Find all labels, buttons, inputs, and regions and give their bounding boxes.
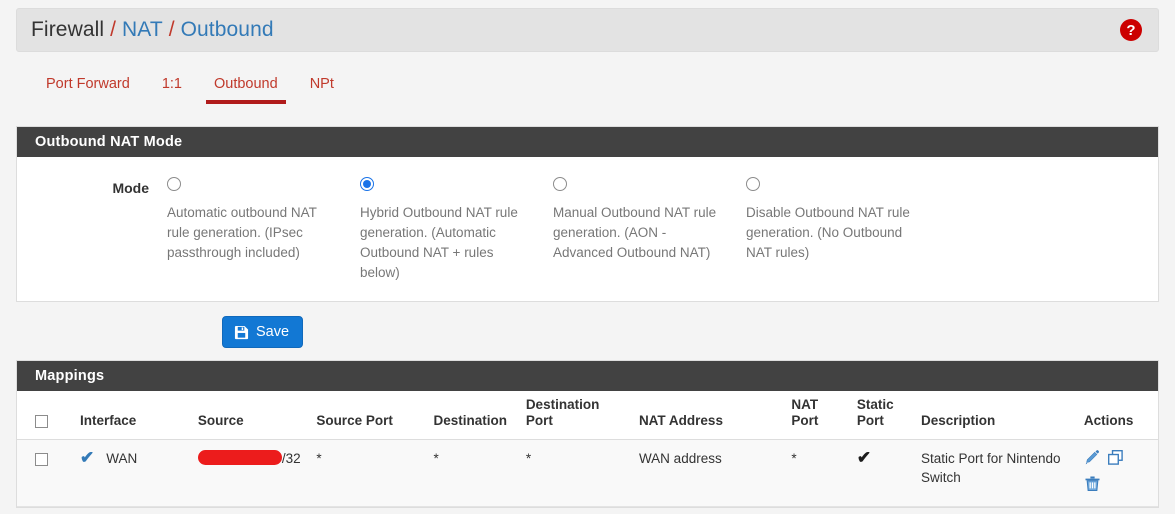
radio-manual[interactable] — [553, 177, 567, 191]
row-actions-cell — [1077, 439, 1158, 507]
select-all-checkbox[interactable] — [35, 414, 48, 428]
table-header-row: Interface Source Source Port Destination… — [17, 391, 1158, 440]
mode-description-manual: Manual Outbound NAT rule generation. (AO… — [553, 205, 717, 260]
mappings-table: Interface Source Source Port Destination… — [17, 391, 1158, 507]
save-button[interactable]: Save — [222, 316, 304, 348]
save-button-row: Save — [16, 316, 1159, 348]
outbound-nat-mode-body: Mode Automatic outbound NAT rule generat… — [17, 157, 1158, 301]
redacted-source-address — [197, 450, 282, 465]
row-source-port: * — [310, 439, 428, 507]
column-header-nat-address: NAT Address — [632, 391, 786, 440]
column-header-nat-port: NAT Port — [785, 391, 851, 440]
row-nat-port: * — [785, 439, 851, 507]
mode-description-automatic: Automatic outbound NAT rule generation. … — [167, 205, 317, 260]
radio-disabled[interactable] — [746, 177, 760, 191]
mode-description-hybrid: Hybrid Outbound NAT rule generation. (Au… — [360, 205, 518, 280]
row-source-suffix: /32 — [281, 451, 301, 466]
breadcrumb-separator: / — [110, 18, 116, 41]
mode-option-hybrid[interactable]: Hybrid Outbound NAT rule generation. (Au… — [360, 173, 553, 283]
table-row[interactable]: ✔ WAN /32 * * * WAN address * ✔ Static P… — [17, 439, 1158, 507]
row-destination-port: * — [519, 439, 633, 507]
mode-option-automatic[interactable]: Automatic outbound NAT rule generation. … — [167, 173, 360, 283]
tab-port-forward[interactable]: Port Forward — [30, 70, 146, 104]
row-static-port-cell: ✔ — [850, 439, 915, 507]
nat-tab-bar: Port Forward 1:1 Outbound NPt — [16, 70, 1159, 114]
mappings-table-head: Interface Source Source Port Destination… — [17, 391, 1158, 440]
delete-trash-icon[interactable] — [1084, 475, 1101, 497]
radio-automatic[interactable] — [167, 177, 181, 191]
column-header-static-port: Static Port — [850, 391, 915, 440]
row-interface-label: WAN — [106, 451, 138, 466]
breadcrumb-bar: Firewall / NAT / Outbound ? — [16, 8, 1159, 52]
outbound-nat-mode-panel: Outbound NAT Mode Mode Automatic outboun… — [16, 126, 1159, 302]
select-all-header — [17, 391, 75, 440]
row-nat-address: WAN address — [632, 439, 786, 507]
radio-hybrid[interactable] — [360, 177, 374, 191]
breadcrumb-separator: / — [168, 18, 175, 41]
radio-wrap-hybrid — [360, 173, 553, 195]
mode-field-row: Mode Automatic outbound NAT rule generat… — [17, 173, 1158, 283]
mode-description-disabled: Disable Outbound NAT rule generation. (N… — [746, 205, 910, 260]
check-icon: ✔ — [856, 448, 872, 467]
column-header-destination-port: Destination Port — [519, 391, 633, 440]
row-destination: * — [427, 439, 520, 507]
mode-option-manual[interactable]: Manual Outbound NAT rule generation. (AO… — [553, 173, 746, 283]
mode-options-group: Automatic outbound NAT rule generation. … — [167, 173, 1158, 283]
row-interface-cell: ✔ WAN — [74, 439, 192, 507]
radio-wrap-disabled — [746, 173, 939, 195]
breadcrumb-item-outbound[interactable]: Outbound — [181, 18, 274, 42]
question-mark-circle-icon[interactable]: ? — [1120, 19, 1142, 41]
column-header-description: Description — [914, 391, 1078, 440]
mode-option-disabled[interactable]: Disable Outbound NAT rule generation. (N… — [746, 173, 939, 283]
tab-npt[interactable]: NPt — [294, 70, 350, 104]
mappings-table-body: ✔ WAN /32 * * * WAN address * ✔ Static P… — [17, 439, 1158, 507]
copy-clone-icon[interactable] — [1107, 449, 1124, 471]
column-header-interface: Interface — [74, 391, 192, 440]
column-header-source-port: Source Port — [310, 391, 428, 440]
row-select-checkbox[interactable] — [35, 452, 48, 466]
breadcrumb-item-nat[interactable]: NAT — [122, 18, 163, 42]
mappings-title: Mappings — [17, 361, 1158, 391]
breadcrumb-item-firewall: Firewall — [31, 18, 105, 41]
column-header-destination: Destination — [427, 391, 520, 440]
check-icon: ✔ — [80, 448, 95, 467]
row-source-cell: /32 — [191, 439, 311, 507]
mappings-panel: Mappings Interface Source Source Port De… — [16, 360, 1159, 508]
column-header-actions: Actions — [1077, 391, 1158, 440]
save-floppy-icon — [234, 325, 249, 340]
outbound-nat-mode-title: Outbound NAT Mode — [17, 127, 1158, 157]
row-description: Static Port for Nintendo Switch — [914, 439, 1078, 507]
mode-field-label: Mode — [112, 180, 149, 196]
column-header-source: Source — [191, 391, 311, 440]
row-select-cell — [17, 439, 75, 507]
tab-one-to-one[interactable]: 1:1 — [146, 70, 198, 104]
edit-pencil-icon[interactable] — [1084, 449, 1101, 471]
radio-wrap-manual — [553, 173, 746, 195]
tab-outbound[interactable]: Outbound — [198, 70, 294, 104]
radio-wrap-automatic — [167, 173, 360, 195]
save-button-label: Save — [256, 324, 290, 340]
